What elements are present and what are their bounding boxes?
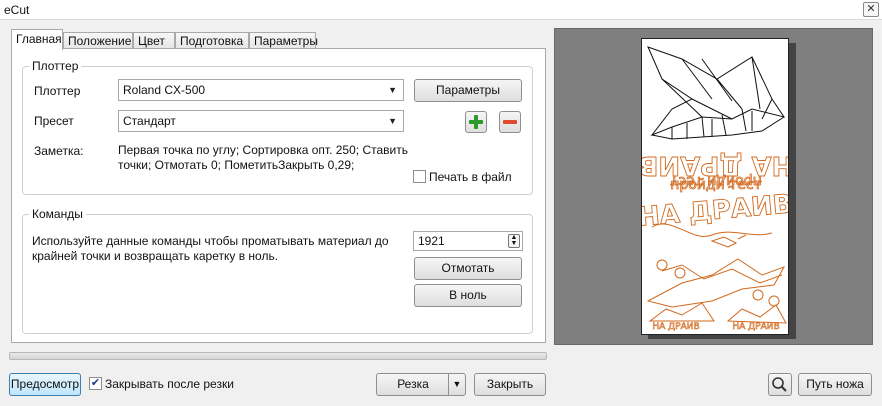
progress-bar xyxy=(9,352,547,360)
to-zero-button[interactable]: В ноль xyxy=(414,284,522,307)
commands-description: Используйте данные команды чтобы проматы… xyxy=(32,234,402,264)
knife-path-button[interactable]: Путь ножа xyxy=(798,373,872,396)
zoom-button[interactable] xyxy=(768,373,792,396)
remove-preset-button[interactable] xyxy=(499,111,521,133)
close-button[interactable]: Закрыть xyxy=(474,373,546,396)
rewind-length-spinner[interactable]: 1921 ▲ ▼ xyxy=(413,231,523,251)
spinner-arrows-icon[interactable]: ▲ ▼ xyxy=(508,234,520,248)
plotter-group-legend: Плоттер xyxy=(32,59,79,73)
roof-illustration xyxy=(647,46,786,140)
preview-button[interactable]: Предосмотр xyxy=(9,373,81,396)
chevron-down-icon: ▼ xyxy=(388,85,397,95)
note-label: Заметка: xyxy=(34,144,84,158)
close-icon: ✕ xyxy=(866,3,876,15)
terrain-outline xyxy=(646,258,786,308)
wheel-right-2 xyxy=(768,295,780,307)
chevron-down-icon[interactable]: ▼ xyxy=(448,374,465,395)
close-after-cut-label[interactable]: Закрывать после резки xyxy=(105,377,234,391)
cut-lines: НА ДРАИВ пройди тест пройди тест НА ДРАИ… xyxy=(642,150,789,333)
title-bar: eCut ✕ xyxy=(0,0,882,20)
plotter-params-button[interactable]: Параметры xyxy=(414,79,522,102)
commands-description-line: крайней точки и возвращать каретку в нол… xyxy=(32,249,279,263)
commands-description-line: Используйте данные команды чтобы проматы… xyxy=(32,234,389,248)
badge-text-left: НА ДРАИВ xyxy=(652,322,699,332)
rewind-length-value: 1921 xyxy=(418,234,445,248)
bird-shape xyxy=(710,234,747,248)
note-text: Первая точка по углу; Сортировка опт. 25… xyxy=(118,143,408,173)
material-sheet: НА ДРАИВ пройди тест пройди тест НА ДРАИ… xyxy=(641,38,789,335)
subtitle-text: пройди тест xyxy=(670,177,762,193)
badge-text-right: НА ДРАИВ xyxy=(732,322,779,332)
tab-main[interactable]: Главная xyxy=(11,29,63,50)
cut-button-label[interactable]: Резка xyxy=(377,374,449,395)
preview-artwork: НА ДРАИВ пройди тест пройди тест НА ДРАИ… xyxy=(642,46,789,333)
minus-icon xyxy=(503,120,517,124)
add-preset-button[interactable] xyxy=(465,111,487,133)
cut-split-button[interactable]: Резка ▼ xyxy=(376,373,466,396)
wheel-right xyxy=(674,267,686,279)
wheel-left xyxy=(656,259,668,271)
plus-icon xyxy=(469,115,483,129)
note-line: точки; Отмотать 0; ПометитьЗакрыть 0,29; xyxy=(118,158,355,172)
close-after-cut-checkbox[interactable]: ✔ xyxy=(89,377,102,390)
note-line: Первая точка по углу; Сортировка опт. 25… xyxy=(118,143,408,157)
plotter-select-value: Roland CX-500 xyxy=(123,83,206,97)
print-to-file-checkbox[interactable] xyxy=(413,170,426,183)
plotter-select[interactable]: Roland CX-500 ▼ xyxy=(118,79,404,101)
cut-preview-canvas[interactable]: НА ДРАИВ пройди тест пройди тест НА ДРАИ… xyxy=(554,28,873,345)
window-title: eCut xyxy=(4,3,30,17)
chevron-down-icon: ▼ xyxy=(388,116,397,126)
rewind-button[interactable]: Отмотать xyxy=(414,257,522,280)
preset-select[interactable]: Стандарт ▼ xyxy=(118,110,404,132)
tab-panel-main: Плоттер Плоттер Roland CX-500 ▼ Параметр… xyxy=(11,48,546,343)
title-text: НА ДРАИВ xyxy=(642,189,789,232)
commands-group-legend: Команды xyxy=(32,207,83,221)
print-to-file-label[interactable]: Печать в файл xyxy=(429,170,512,184)
plotter-label: Плоттер xyxy=(34,84,81,98)
preset-label: Пресет xyxy=(34,114,74,128)
wheel-left-2 xyxy=(752,289,764,301)
preset-select-value: Стандарт xyxy=(123,114,176,128)
bottom-right-badge xyxy=(726,304,787,324)
magnifier-icon xyxy=(772,377,787,392)
close-window-button[interactable]: ✕ xyxy=(863,2,879,17)
